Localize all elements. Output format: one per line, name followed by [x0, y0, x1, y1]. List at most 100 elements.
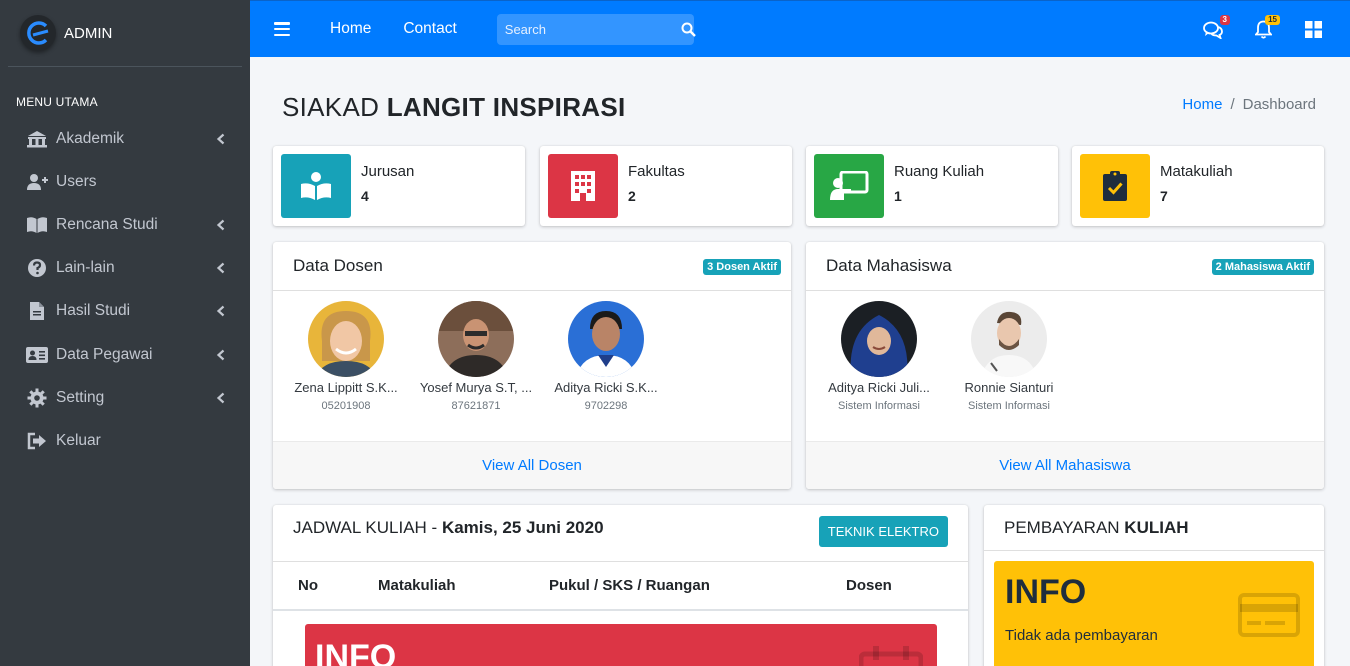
avatar[interactable] — [971, 301, 1047, 377]
messages-button[interactable]: 3 — [1202, 14, 1230, 41]
file-icon — [25, 301, 49, 321]
mahasiswa-list: Aditya Ricki Juli... Sistem Informasi Ro… — [806, 291, 1324, 412]
alert-title: INFO — [315, 638, 397, 666]
search-input[interactable] — [496, 13, 681, 45]
sidebar-item-keluar[interactable]: Keluar — [0, 419, 250, 462]
avatar[interactable] — [841, 301, 917, 377]
info-box-ruang-kuliah[interactable]: Ruang Kuliah 1 — [806, 146, 1058, 226]
menu-toggle-icon[interactable] — [274, 22, 290, 36]
notifications-button[interactable]: 15 — [1252, 14, 1280, 41]
sidebar-item-data-pegawai[interactable]: Data Pegawai — [0, 333, 250, 376]
university-icon — [25, 129, 49, 149]
sidebar-item-setting[interactable]: Setting — [0, 376, 250, 419]
person-id: 05201908 — [321, 400, 371, 412]
sidebar: ADMIN MENU UTAMA Akademik Users Rencana … — [0, 0, 250, 666]
sign-out-icon — [25, 431, 49, 451]
dosen-list: Zena Lippitt S.K... 05201908 Yosef Murya… — [273, 291, 791, 412]
nav-home-link[interactable]: Home — [330, 20, 371, 38]
avatar[interactable] — [308, 301, 384, 377]
navbar-right: 3 15 — [1202, 1, 1350, 58]
sidebar-item-label: Akademik — [56, 129, 125, 147]
info-label: Matakuliah — [1160, 163, 1233, 180]
breadcrumb-separator: / — [1230, 96, 1235, 113]
list-item[interactable]: Zena Lippitt S.K... 05201908 — [281, 301, 411, 412]
list-item[interactable]: Yosef Murya S.T, ... 87621871 — [411, 301, 541, 412]
info-value: 1 — [894, 188, 902, 204]
info-label: Jurusan — [361, 163, 415, 180]
search-icon — [681, 22, 696, 37]
view-all-dosen-link[interactable]: View All Dosen — [482, 457, 582, 474]
data-mahasiswa-card: Data Mahasiswa 2 Mahasiswa Aktif Aditya … — [806, 242, 1324, 489]
info-value: 2 — [628, 188, 636, 204]
view-all-mahasiswa-link[interactable]: View All Mahasiswa — [999, 457, 1130, 474]
list-item[interactable]: Aditya Ricki Juli... Sistem Informasi — [814, 301, 944, 412]
pembayaran-message: Tidak ada pembayaran — [1005, 627, 1158, 644]
sidebar-item-label: Data Pegawai — [56, 345, 153, 363]
sidebar-item-hasil-studi[interactable]: Hasil Studi — [0, 290, 250, 333]
card-title: Data Dosen — [293, 256, 383, 275]
chevron-left-icon — [216, 306, 225, 317]
brand[interactable]: ADMIN — [8, 0, 242, 67]
jurusan-filter-button[interactable]: TEKNIK ELEKTRO — [818, 516, 948, 547]
th-large-icon — [1304, 21, 1322, 38]
column-header-pukul: Pukul / SKS / Ruangan — [549, 577, 710, 594]
table-header: No Matakuliah Pukul / SKS / Ruangan Dose… — [273, 562, 968, 611]
person-id: 87621871 — [451, 400, 501, 412]
person-id: 9702298 — [584, 400, 628, 412]
person-name: Ronnie Sianturi — [964, 380, 1054, 395]
notifications-badge: 15 — [1265, 14, 1280, 25]
card-footer: View All Mahasiswa — [806, 441, 1324, 489]
search-form — [496, 13, 696, 45]
chevron-left-icon — [216, 262, 225, 274]
column-header-no: No — [298, 577, 318, 594]
chevron-left-icon — [216, 349, 225, 360]
breadcrumb: Home / Dashboard — [1182, 96, 1316, 113]
person-program: Sistem Informasi — [968, 400, 1050, 412]
brand-name: ADMIN — [64, 24, 113, 42]
jadwal-kuliah-card: JADWAL KULIAH - Kamis, 25 Juni 2020 TEKN… — [273, 505, 968, 666]
avatar[interactable] — [438, 301, 514, 377]
data-dosen-card: Data Dosen 3 Dosen Aktif Zena Lippitt S.… — [273, 242, 791, 489]
book-icon — [25, 215, 49, 235]
card-title: PEMBAYARAN KULIAH — [1004, 518, 1189, 537]
book-reader-icon — [281, 154, 351, 218]
info-label: Fakultas — [628, 163, 685, 180]
mahasiswa-count-badge: 2 Mahasiswa Aktif — [1211, 259, 1314, 275]
list-item[interactable]: Ronnie Sianturi Sistem Informasi — [944, 301, 1074, 412]
sidebar-item-label: Hasil Studi — [56, 302, 131, 320]
avatar[interactable] — [568, 301, 644, 377]
nav-contact-link[interactable]: Contact — [403, 20, 456, 38]
sidebar-item-label: Users — [56, 172, 97, 190]
messages-badge: 3 — [1219, 14, 1230, 25]
info-box-fakultas[interactable]: Fakultas 2 — [540, 146, 792, 226]
chevron-left-icon — [216, 219, 225, 231]
info-box-matakuliah[interactable]: Matakuliah 7 — [1072, 146, 1324, 226]
info-box-jurusan[interactable]: Jurusan 4 — [273, 146, 525, 226]
sidebar-item-label: Setting — [56, 388, 105, 406]
brand-logo-icon — [20, 15, 56, 51]
info-label: Ruang Kuliah — [894, 163, 985, 180]
sidebar-item-akademik[interactable]: Akademik — [0, 117, 250, 160]
list-item[interactable]: Aditya Ricki S.K... 9702298 — [541, 301, 671, 412]
user-plus-icon — [25, 172, 49, 192]
breadcrumb-home-link[interactable]: Home — [1182, 96, 1222, 113]
person-name: Aditya Ricki S.K... — [554, 380, 658, 395]
apps-button[interactable] — [1302, 19, 1324, 41]
sidebar-item-lain-lain[interactable]: Lain-lain — [0, 247, 250, 290]
sidebar-item-rencana-studi[interactable]: Rencana Studi — [0, 203, 250, 246]
sidebar-item-label: Keluar — [56, 431, 101, 449]
chevron-left-icon — [216, 133, 225, 144]
column-header-dosen: Dosen — [846, 577, 892, 594]
sidebar-item-label: Rencana Studi — [56, 215, 158, 233]
id-card-icon — [25, 345, 49, 365]
breadcrumb-current: Dashboard — [1242, 96, 1316, 113]
card-header: Data Mahasiswa 2 Mahasiswa Aktif — [806, 242, 1324, 291]
divider — [984, 550, 1324, 551]
clipboard-check-icon — [1080, 154, 1150, 218]
search-button[interactable] — [681, 14, 696, 45]
card-title: Data Mahasiswa — [826, 256, 952, 275]
building-icon — [548, 154, 618, 218]
dosen-count-badge: 3 Dosen Aktif — [703, 259, 781, 275]
sidebar-item-users[interactable]: Users — [0, 160, 250, 203]
info-value: 4 — [361, 188, 369, 204]
